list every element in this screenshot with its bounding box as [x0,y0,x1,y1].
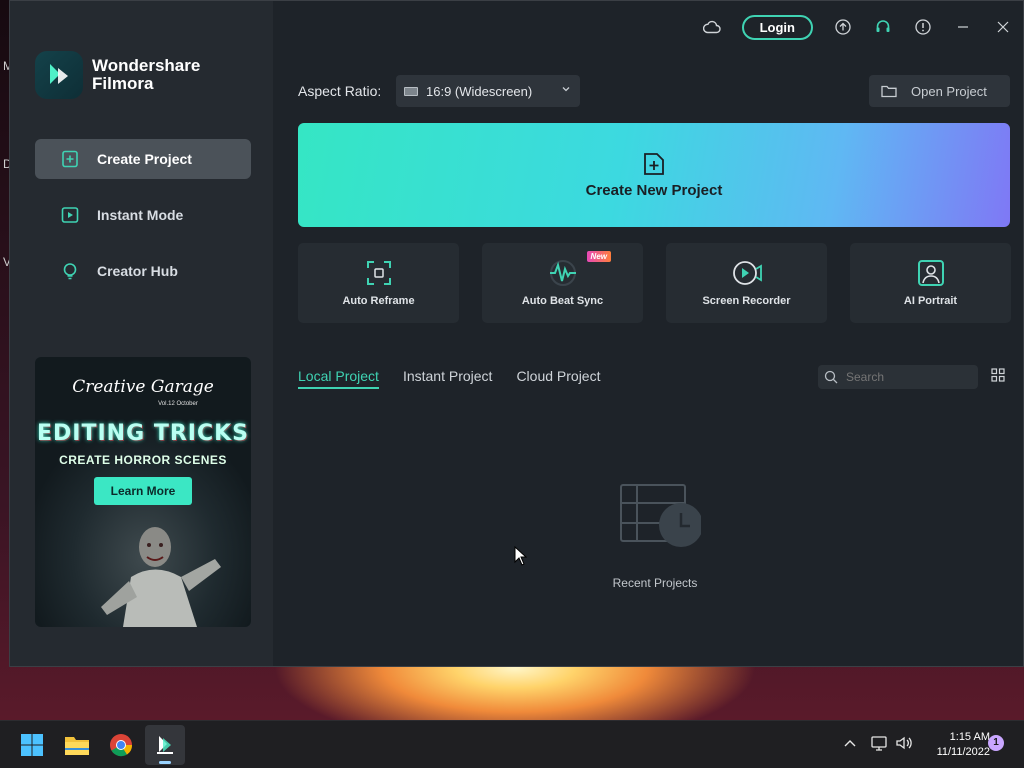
file-explorer-icon[interactable] [57,725,97,765]
beat-sync-icon [549,260,576,286]
sidebar-item-instant-mode[interactable]: Instant Mode [35,195,251,235]
screen-recorder-icon [732,261,762,285]
clock-date: 11/11/2022 [936,746,990,758]
recent-projects-label: Recent Projects [612,576,698,590]
widescreen-icon [404,86,418,96]
brand-name: Wondershare Filmora [92,57,200,93]
promo-banner[interactable]: Creative Garage Vol.12 October EDITING T… [35,357,251,627]
login-button[interactable]: Login [741,14,813,40]
system-tray [843,735,913,751]
tool-ai-portrait[interactable]: AI Portrait [850,243,1011,323]
promo-volume: Vol.12 October [158,401,198,407]
project-tabs: Local Project Instant Project Cloud Proj… [298,368,624,389]
tool-label: Auto Beat Sync [521,295,604,307]
recent-projects-empty: Recent Projects [600,483,710,590]
aspect-ratio-dropdown[interactable]: 16:9 (Widescreen) [396,75,580,107]
info-icon[interactable] [903,13,943,41]
sidebar-item-creator-hub[interactable]: Creator Hub [35,251,251,291]
open-project-label: Open Project [911,83,987,99]
chrome-icon[interactable] [101,725,141,765]
minimize-icon[interactable] [943,13,983,41]
tool-auto-beat-sync[interactable]: New Auto Beat Sync [482,243,643,323]
filmora-window: Wondershare Filmora Create Project Insta… [9,0,1024,667]
sidebar: Wondershare Filmora Create Project Insta… [10,1,273,666]
chevron-down-icon [562,87,570,92]
new-file-icon [644,152,664,175]
tab-instant-project[interactable]: Instant Project [403,368,493,389]
mouse-cursor-icon [514,546,527,566]
promo-subtitle: CREATE HORROR SCENES [59,453,227,467]
clock-time: 1:15 AM [949,731,990,743]
search-icon [824,370,838,384]
tab-local-project[interactable]: Local Project [298,368,379,389]
lightbulb-icon [63,263,77,280]
upload-icon[interactable] [823,13,863,41]
notification-badge[interactable]: 1 [988,735,1004,751]
tool-label: Screen Recorder [702,295,791,307]
project-search[interactable] [818,365,978,389]
aspect-ratio-value: 16:9 (Widescreen) [426,83,533,99]
sidebar-item-label: Creator Hub [97,263,178,279]
new-badge: New [586,251,611,262]
zombie-illustration [101,527,221,627]
search-input[interactable] [846,370,966,384]
titlebar-actions: Login [692,13,1023,41]
brand-line1: Wondershare [92,56,201,75]
filmora-logo-icon [35,51,83,99]
tab-cloud-project[interactable]: Cloud Project [516,368,600,389]
brand-line2: Filmora [92,74,154,93]
reframe-icon [366,261,391,285]
sidebar-item-create-project[interactable]: Create Project [35,139,251,179]
chevron-up-icon[interactable] [843,738,857,748]
create-new-project-button[interactable]: Create New Project [298,123,1010,227]
promo-script-title: Creative Garage [72,377,214,397]
ai-portrait-icon [917,260,944,286]
open-project-button[interactable]: Open Project [869,75,1010,107]
grid-view-icon[interactable] [991,368,1005,382]
windows-start-icon[interactable] [12,725,52,765]
instant-mode-icon [61,207,79,223]
sidebar-item-label: Create Project [97,151,192,167]
brand-logo: Wondershare Filmora [35,51,200,99]
create-new-project-label: Create New Project [585,181,723,199]
sidebar-item-label: Instant Mode [97,207,184,223]
tool-screen-recorder[interactable]: Screen Recorder [666,243,827,323]
sidebar-nav: Create Project Instant Mode Creator Hub [35,139,251,307]
aspect-ratio-label: Aspect Ratio: [298,83,382,99]
recent-projects-icon [620,484,703,547]
taskbar: 1:15 AM 11/11/2022 [0,720,1024,768]
taskbar-clock[interactable]: 1:15 AM 11/11/2022 [918,730,990,760]
volume-icon[interactable] [895,735,913,751]
network-icon[interactable] [871,735,889,751]
cloud-icon[interactable] [692,13,732,41]
promo-title: EDITING TRICKS [37,421,249,446]
quick-tools: Auto Reframe New Auto Beat Sync Screen R… [298,243,1011,323]
learn-more-button[interactable]: Learn More [94,477,192,505]
filmora-icon[interactable] [145,725,185,765]
tool-auto-reframe[interactable]: Auto Reframe [298,243,459,323]
tool-label: AI Portrait [903,295,958,307]
folder-icon [881,85,897,98]
create-project-icon [62,150,78,168]
close-icon[interactable] [983,13,1023,41]
tool-label: Auto Reframe [342,295,415,307]
headset-icon[interactable] [863,13,903,41]
